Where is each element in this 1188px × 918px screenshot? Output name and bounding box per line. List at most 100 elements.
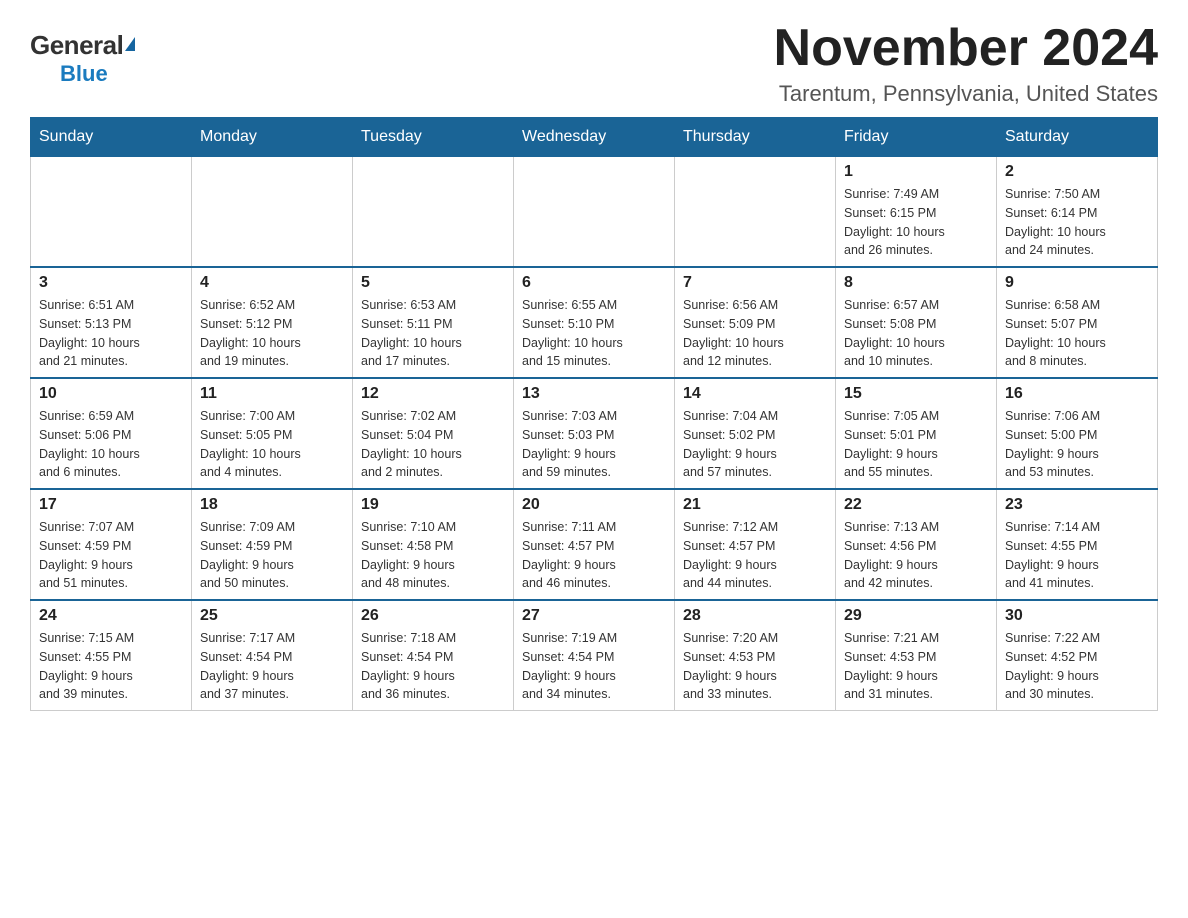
day-info: Sunrise: 6:57 AM Sunset: 5:08 PM Dayligh… xyxy=(844,296,988,371)
calendar-cell: 6 Sunrise: 6:55 AM Sunset: 5:10 PM Daylig… xyxy=(514,267,675,378)
day-info: Sunrise: 7:20 AM Sunset: 4:53 PM Dayligh… xyxy=(683,629,827,704)
day-number: 21 xyxy=(683,496,827,514)
calendar-cell: 28 Sunrise: 7:20 AM Sunset: 4:53 PM Dayli… xyxy=(675,600,836,711)
page-header: General Blue November 2024 Tarentum, Pen… xyxy=(30,20,1158,107)
location-text: Tarentum, Pennsylvania, United States xyxy=(774,81,1158,107)
day-header-wednesday: Wednesday xyxy=(514,118,675,157)
calendar-week-row-4: 17 Sunrise: 7:07 AM Sunset: 4:59 PM Dayli… xyxy=(31,489,1158,600)
calendar-table: SundayMondayTuesdayWednesdayThursdayFrid… xyxy=(30,117,1158,711)
day-info: Sunrise: 7:22 AM Sunset: 4:52 PM Dayligh… xyxy=(1005,629,1149,704)
day-info: Sunrise: 7:00 AM Sunset: 5:05 PM Dayligh… xyxy=(200,407,344,482)
day-header-friday: Friday xyxy=(836,118,997,157)
calendar-cell: 26Sunrise: 7:18 AM Sunset: 4:54 PM Dayli… xyxy=(353,600,514,711)
day-number: 11 xyxy=(200,385,344,403)
day-info: Sunrise: 6:53 AM Sunset: 5:11 PM Dayligh… xyxy=(361,296,505,371)
calendar-week-row-2: 3 Sunrise: 6:51 AM Sunset: 5:13 PM Daylig… xyxy=(31,267,1158,378)
day-info: Sunrise: 6:59 AM Sunset: 5:06 PM Dayligh… xyxy=(39,407,183,482)
day-number: 27 xyxy=(522,607,666,625)
day-info: Sunrise: 7:19 AM Sunset: 4:54 PM Dayligh… xyxy=(522,629,666,704)
day-info: Sunrise: 7:02 AM Sunset: 5:04 PM Dayligh… xyxy=(361,407,505,482)
calendar-cell: 2 Sunrise: 7:50 AM Sunset: 6:14 PM Daylig… xyxy=(997,157,1158,268)
calendar-cell xyxy=(192,157,353,268)
day-number: 13 xyxy=(522,385,666,403)
day-info: Sunrise: 7:04 AM Sunset: 5:02 PM Dayligh… xyxy=(683,407,827,482)
day-number: 22 xyxy=(844,496,988,514)
day-info: Sunrise: 7:03 AM Sunset: 5:03 PM Dayligh… xyxy=(522,407,666,482)
logo-blue-text: Blue xyxy=(60,61,108,87)
day-info: Sunrise: 6:51 AM Sunset: 5:13 PM Dayligh… xyxy=(39,296,183,371)
calendar-cell xyxy=(353,157,514,268)
day-number: 19 xyxy=(361,496,505,514)
calendar-cell: 7Sunrise: 6:56 AM Sunset: 5:09 PM Daylig… xyxy=(675,267,836,378)
calendar-cell: 15 Sunrise: 7:05 AM Sunset: 5:01 PM Dayli… xyxy=(836,378,997,489)
calendar-week-row-5: 24 Sunrise: 7:15 AM Sunset: 4:55 PM Dayli… xyxy=(31,600,1158,711)
day-number: 24 xyxy=(39,607,183,625)
day-number: 12 xyxy=(361,385,505,403)
day-number: 4 xyxy=(200,274,344,292)
calendar-cell: 27 Sunrise: 7:19 AM Sunset: 4:54 PM Dayli… xyxy=(514,600,675,711)
calendar-week-row-3: 10 Sunrise: 6:59 AM Sunset: 5:06 PM Dayli… xyxy=(31,378,1158,489)
calendar-cell: 14 Sunrise: 7:04 AM Sunset: 5:02 PM Dayli… xyxy=(675,378,836,489)
day-number: 25 xyxy=(200,607,344,625)
day-number: 30 xyxy=(1005,607,1149,625)
day-number: 9 xyxy=(1005,274,1149,292)
day-info: Sunrise: 7:10 AM Sunset: 4:58 PM Dayligh… xyxy=(361,518,505,593)
day-info: Sunrise: 7:17 AM Sunset: 4:54 PM Dayligh… xyxy=(200,629,344,704)
day-number: 5 xyxy=(361,274,505,292)
calendar-cell: 18Sunrise: 7:09 AM Sunset: 4:59 PM Dayli… xyxy=(192,489,353,600)
calendar-cell: 9 Sunrise: 6:58 AM Sunset: 5:07 PM Daylig… xyxy=(997,267,1158,378)
day-info: Sunrise: 7:06 AM Sunset: 5:00 PM Dayligh… xyxy=(1005,407,1149,482)
day-number: 28 xyxy=(683,607,827,625)
day-header-monday: Monday xyxy=(192,118,353,157)
day-number: 1 xyxy=(844,163,988,181)
day-info: Sunrise: 6:56 AM Sunset: 5:09 PM Dayligh… xyxy=(683,296,827,371)
day-number: 16 xyxy=(1005,385,1149,403)
calendar-cell: 1 Sunrise: 7:49 AM Sunset: 6:15 PM Daylig… xyxy=(836,157,997,268)
calendar-cell: 25 Sunrise: 7:17 AM Sunset: 4:54 PM Dayli… xyxy=(192,600,353,711)
day-info: Sunrise: 7:50 AM Sunset: 6:14 PM Dayligh… xyxy=(1005,185,1149,260)
day-number: 3 xyxy=(39,274,183,292)
calendar-cell: 13 Sunrise: 7:03 AM Sunset: 5:03 PM Dayli… xyxy=(514,378,675,489)
day-info: Sunrise: 7:07 AM Sunset: 4:59 PM Dayligh… xyxy=(39,518,183,593)
day-number: 8 xyxy=(844,274,988,292)
logo-general-text: General xyxy=(30,30,123,61)
calendar-cell: 21 Sunrise: 7:12 AM Sunset: 4:57 PM Dayli… xyxy=(675,489,836,600)
day-number: 2 xyxy=(1005,163,1149,181)
logo: General Blue xyxy=(30,30,135,87)
day-info: Sunrise: 7:15 AM Sunset: 4:55 PM Dayligh… xyxy=(39,629,183,704)
day-info: Sunrise: 7:14 AM Sunset: 4:55 PM Dayligh… xyxy=(1005,518,1149,593)
calendar-cell xyxy=(31,157,192,268)
logo-triangle-icon xyxy=(125,37,135,51)
day-info: Sunrise: 7:21 AM Sunset: 4:53 PM Dayligh… xyxy=(844,629,988,704)
day-info: Sunrise: 7:11 AM Sunset: 4:57 PM Dayligh… xyxy=(522,518,666,593)
day-info: Sunrise: 7:49 AM Sunset: 6:15 PM Dayligh… xyxy=(844,185,988,260)
calendar-cell: 20Sunrise: 7:11 AM Sunset: 4:57 PM Dayli… xyxy=(514,489,675,600)
day-number: 23 xyxy=(1005,496,1149,514)
day-number: 17 xyxy=(39,496,183,514)
day-number: 6 xyxy=(522,274,666,292)
calendar-cell: 19 Sunrise: 7:10 AM Sunset: 4:58 PM Dayli… xyxy=(353,489,514,600)
calendar-cell: 5 Sunrise: 6:53 AM Sunset: 5:11 PM Daylig… xyxy=(353,267,514,378)
day-number: 29 xyxy=(844,607,988,625)
calendar-cell: 3 Sunrise: 6:51 AM Sunset: 5:13 PM Daylig… xyxy=(31,267,192,378)
day-header-thursday: Thursday xyxy=(675,118,836,157)
calendar-cell: 12 Sunrise: 7:02 AM Sunset: 5:04 PM Dayli… xyxy=(353,378,514,489)
calendar-cell: 11 Sunrise: 7:00 AM Sunset: 5:05 PM Dayli… xyxy=(192,378,353,489)
day-info: Sunrise: 6:55 AM Sunset: 5:10 PM Dayligh… xyxy=(522,296,666,371)
title-area: November 2024 Tarentum, Pennsylvania, Un… xyxy=(774,20,1158,107)
day-number: 15 xyxy=(844,385,988,403)
day-number: 14 xyxy=(683,385,827,403)
calendar-week-row-1: 1 Sunrise: 7:49 AM Sunset: 6:15 PM Daylig… xyxy=(31,157,1158,268)
calendar-cell: 30 Sunrise: 7:22 AM Sunset: 4:52 PM Dayli… xyxy=(997,600,1158,711)
day-info: Sunrise: 7:05 AM Sunset: 5:01 PM Dayligh… xyxy=(844,407,988,482)
calendar-cell: 22Sunrise: 7:13 AM Sunset: 4:56 PM Dayli… xyxy=(836,489,997,600)
day-info: Sunrise: 6:58 AM Sunset: 5:07 PM Dayligh… xyxy=(1005,296,1149,371)
day-info: Sunrise: 7:12 AM Sunset: 4:57 PM Dayligh… xyxy=(683,518,827,593)
day-info: Sunrise: 6:52 AM Sunset: 5:12 PM Dayligh… xyxy=(200,296,344,371)
calendar-cell xyxy=(514,157,675,268)
calendar-cell: 23 Sunrise: 7:14 AM Sunset: 4:55 PM Dayli… xyxy=(997,489,1158,600)
day-number: 18 xyxy=(200,496,344,514)
day-number: 10 xyxy=(39,385,183,403)
calendar-cell: 8 Sunrise: 6:57 AM Sunset: 5:08 PM Daylig… xyxy=(836,267,997,378)
day-header-tuesday: Tuesday xyxy=(353,118,514,157)
